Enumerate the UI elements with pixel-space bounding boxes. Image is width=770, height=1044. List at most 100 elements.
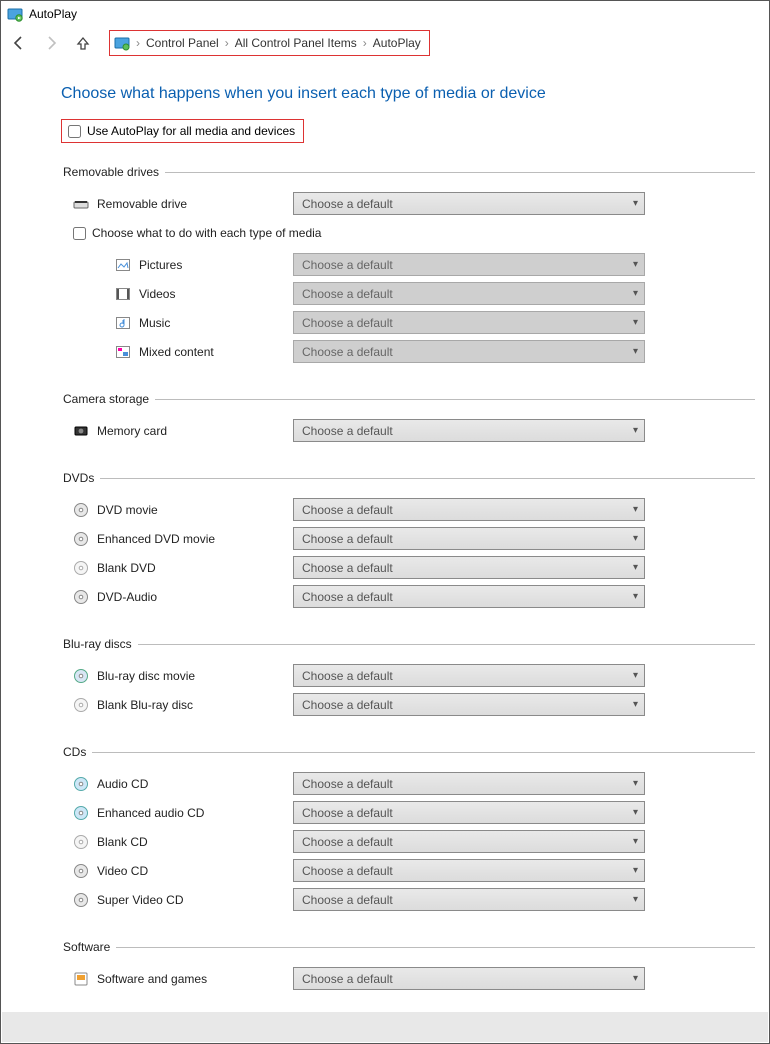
combo-pictures[interactable]: Choose a default▾ [293, 253, 645, 276]
combo-bluray-movie[interactable]: Choose a default▾ [293, 664, 645, 687]
row-label: Blank Blu-ray disc [97, 698, 193, 712]
combo-video-cd[interactable]: Choose a default▾ [293, 859, 645, 882]
row-dvd-audio: DVD-AudioChoose a default▾ [61, 582, 755, 611]
row-videos: Videos Choose a default▾ [61, 279, 755, 308]
row-label: DVD movie [97, 503, 158, 517]
combo-mixed-content[interactable]: Choose a default▾ [293, 340, 645, 363]
section-title: Removable drives [61, 165, 165, 179]
chevron-down-icon: ▾ [633, 670, 638, 681]
combo-dvd-audio[interactable]: Choose a default▾ [293, 585, 645, 608]
crumb-control-panel[interactable]: Control Panel [146, 36, 219, 50]
removable-drive-icon [73, 196, 89, 212]
row-label: Mixed content [139, 345, 214, 359]
section-camera-storage: Camera storage Memory card Choose a defa… [61, 392, 755, 445]
row-software-games: Software and games Choose a default▾ [61, 964, 755, 993]
row-music: Music Choose a default▾ [61, 308, 755, 337]
choose-each-type-checkbox[interactable] [73, 227, 86, 240]
blank-disc-icon [73, 834, 89, 850]
row-label: Blank DVD [97, 561, 156, 575]
row-removable-drive: Removable drive Choose a default▾ [61, 189, 755, 218]
row-blank-cd: Blank CD Choose a default▾ [61, 827, 755, 856]
bottom-strip [2, 1012, 768, 1042]
combo-enhanced-dvd-movie[interactable]: Choose a default▾ [293, 527, 645, 550]
row-label: Enhanced DVD movie [97, 532, 215, 546]
row-label: Removable drive [97, 197, 187, 211]
mixed-content-icon [115, 344, 131, 360]
combo-blank-cd[interactable]: Choose a default▾ [293, 830, 645, 853]
choose-each-type-row[interactable]: Choose what to do with each type of medi… [61, 218, 755, 250]
row-memory-card: Memory card Choose a default▾ [61, 416, 755, 445]
row-label: Blank CD [97, 835, 148, 849]
bluray-icon [73, 668, 89, 684]
crumb-all-items[interactable]: All Control Panel Items [235, 36, 357, 50]
row-bluray-movie: Blu-ray disc movieChoose a default▾ [61, 661, 755, 690]
chevron-down-icon: ▾ [633, 288, 638, 299]
row-super-video-cd: Super Video CD Choose a default▾ [61, 885, 755, 914]
row-mixed-content: Mixed content Choose a default▾ [61, 337, 755, 366]
combo-blank-bluray[interactable]: Choose a default▾ [293, 693, 645, 716]
chevron-right-icon: › [136, 36, 140, 50]
row-blank-dvd: Blank DVD Choose a default▾ [61, 553, 755, 582]
audio-cd-icon [73, 776, 89, 792]
window-title: AutoPlay [29, 7, 77, 21]
dvd-audio-icon [73, 589, 89, 605]
section-title: Camera storage [61, 392, 155, 406]
combo-blank-dvd[interactable]: Choose a default▾ [293, 556, 645, 579]
choose-each-type-label: Choose what to do with each type of medi… [92, 226, 321, 240]
section-cds: CDs Audio CDChoose a default▾ Enhanced a… [61, 745, 755, 914]
chevron-down-icon: ▾ [633, 198, 638, 209]
chevron-down-icon: ▾ [633, 699, 638, 710]
blank-disc-icon [73, 697, 89, 713]
chevron-down-icon: ▾ [633, 259, 638, 270]
row-dvd-movie: DVD movie Choose a default▾ [61, 495, 755, 524]
use-autoplay-checkbox[interactable] [68, 125, 81, 138]
videos-icon [115, 286, 131, 302]
nav-toolbar: › Control Panel › All Control Panel Item… [1, 27, 769, 59]
pictures-icon [115, 257, 131, 273]
crumb-autoplay[interactable]: AutoPlay [373, 36, 421, 50]
breadcrumb[interactable]: › Control Panel › All Control Panel Item… [109, 30, 430, 56]
combo-audio-cd[interactable]: Choose a default▾ [293, 772, 645, 795]
audio-cd-icon [73, 805, 89, 821]
software-icon [73, 971, 89, 987]
combo-memory-card[interactable]: Choose a default▾ [293, 419, 645, 442]
combo-dvd-movie[interactable]: Choose a default▾ [293, 498, 645, 521]
chevron-right-icon: › [363, 36, 367, 50]
titlebar: AutoPlay [1, 1, 769, 27]
combo-videos[interactable]: Choose a default▾ [293, 282, 645, 305]
video-cd-icon [73, 892, 89, 908]
combo-music[interactable]: Choose a default▾ [293, 311, 645, 334]
row-label: Video CD [97, 864, 148, 878]
combo-super-video-cd[interactable]: Choose a default▾ [293, 888, 645, 911]
chevron-down-icon: ▾ [633, 807, 638, 818]
combo-software-games[interactable]: Choose a default▾ [293, 967, 645, 990]
section-bluray: Blu-ray discs Blu-ray disc movieChoose a… [61, 637, 755, 719]
use-autoplay-checkbox-row[interactable]: Use AutoPlay for all media and devices [61, 119, 304, 143]
section-title: Blu-ray discs [61, 637, 138, 651]
row-label: Pictures [139, 258, 182, 272]
combo-removable-drive[interactable]: Choose a default▾ [293, 192, 645, 215]
up-button[interactable] [75, 35, 91, 51]
section-title: CDs [61, 745, 92, 759]
back-button[interactable] [11, 35, 27, 51]
chevron-down-icon: ▾ [633, 865, 638, 876]
memory-card-icon [73, 423, 89, 439]
row-label: Audio CD [97, 777, 148, 791]
video-cd-icon [73, 863, 89, 879]
page-title: Choose what happens when you insert each… [61, 85, 755, 103]
chevron-down-icon: ▾ [633, 894, 638, 905]
chevron-right-icon: › [225, 36, 229, 50]
chevron-down-icon: ▾ [633, 317, 638, 328]
music-icon [115, 315, 131, 331]
row-label: Super Video CD [97, 893, 184, 907]
dvd-icon [73, 531, 89, 547]
section-title: DVDs [61, 471, 100, 485]
row-blank-bluray: Blank Blu-ray disc Choose a default▾ [61, 690, 755, 719]
forward-button[interactable] [43, 35, 59, 51]
row-audio-cd: Audio CD Choose a default▾ [61, 769, 755, 798]
row-label: Software and games [97, 972, 207, 986]
section-title: Software [61, 940, 116, 954]
section-software: Software Software and games Choose a defa… [61, 940, 755, 993]
blank-disc-icon [73, 560, 89, 576]
combo-enhanced-audio-cd[interactable]: Choose a default▾ [293, 801, 645, 824]
